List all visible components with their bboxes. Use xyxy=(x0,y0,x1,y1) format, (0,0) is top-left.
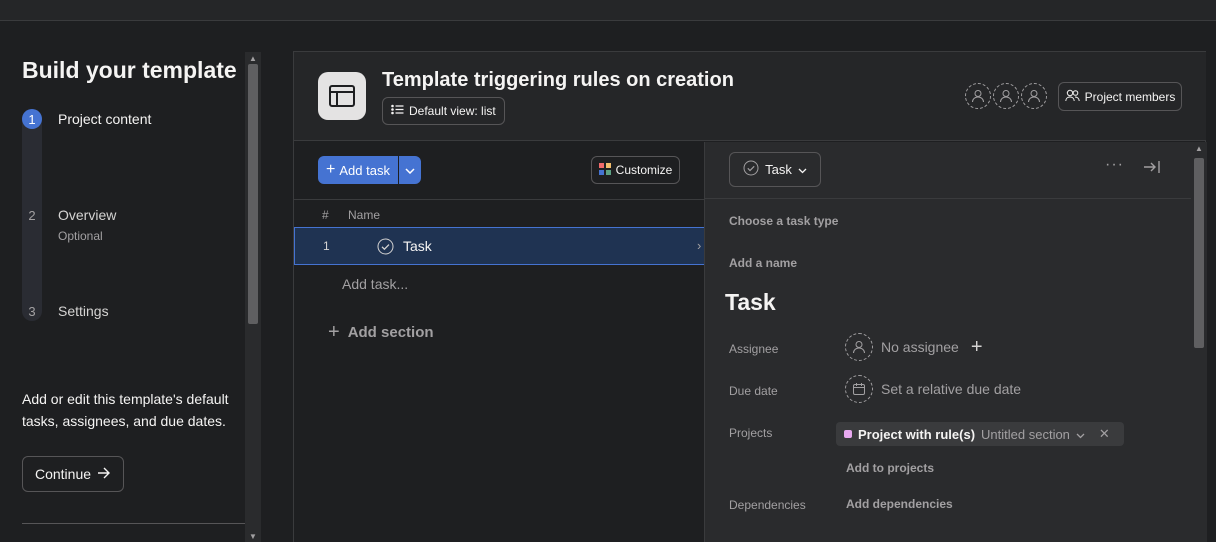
project-chip-name[interactable]: Project with rule(s) xyxy=(858,427,975,442)
projects-label: Projects xyxy=(729,426,773,440)
project-title: Template triggering rules on creation xyxy=(382,69,734,91)
add-task-button[interactable]: + Add task xyxy=(318,156,398,184)
column-number: # xyxy=(322,208,329,222)
project-chip[interactable]: Project with rule(s) Untitled section ✕ xyxy=(836,422,1124,446)
empty-avatar-icon[interactable] xyxy=(993,83,1019,109)
calendar-icon xyxy=(845,375,873,403)
empty-avatar-icon[interactable] xyxy=(965,83,991,109)
project-members-button[interactable]: Project members xyxy=(1058,82,1182,111)
step-3-number[interactable]: 3 xyxy=(22,301,42,321)
default-view-label: Default view: list xyxy=(409,104,496,118)
assignee-field[interactable]: No assignee + xyxy=(845,333,983,361)
scroll-up-icon[interactable]: ▲ xyxy=(249,54,257,63)
customize-button[interactable]: Customize xyxy=(591,156,680,184)
task-title[interactable]: Task xyxy=(725,289,776,316)
step-1-number[interactable]: 1 xyxy=(22,109,42,129)
detail-scroll-thumb[interactable] xyxy=(1194,158,1204,348)
check-circle-icon xyxy=(743,160,759,179)
due-date-label: Due date xyxy=(729,384,778,398)
chevron-down-icon[interactable] xyxy=(1076,427,1085,442)
user-icon xyxy=(845,333,873,361)
step-overview[interactable]: Overview xyxy=(58,207,116,223)
project-members-label: Project members xyxy=(1084,89,1176,104)
due-date-field[interactable]: Set a relative due date xyxy=(845,375,1021,403)
add-to-projects-link[interactable]: Add to projects xyxy=(846,461,934,475)
project-chip-section[interactable]: Untitled section xyxy=(981,427,1070,442)
project-header: Template triggering rules on creation De… xyxy=(294,52,1206,141)
builder-description: Add or edit this template's default task… xyxy=(22,391,229,429)
builder-title: Build your template xyxy=(22,57,237,83)
assignee-value: No assignee xyxy=(881,339,959,355)
step-2-number[interactable]: 2 xyxy=(22,205,42,225)
close-pane-icon[interactable] xyxy=(1143,160,1160,179)
default-view-button[interactable]: Default view: list xyxy=(382,97,505,125)
check-circle-icon[interactable] xyxy=(377,238,394,260)
list-view-icon xyxy=(391,104,404,118)
task-name[interactable]: Task xyxy=(403,238,432,254)
customize-grid-icon xyxy=(598,162,611,178)
row-number: 1 xyxy=(323,239,330,253)
detail-scrollbar[interactable]: ▲ xyxy=(1191,142,1207,542)
task-type-button[interactable]: Task xyxy=(729,152,821,187)
plus-icon: + xyxy=(328,321,340,343)
add-task-inline[interactable]: Add task... xyxy=(342,276,408,292)
project-list-icon xyxy=(318,72,366,120)
assignee-label: Assignee xyxy=(729,342,779,356)
add-section-button[interactable]: + Add section xyxy=(328,322,434,342)
member-avatars[interactable] xyxy=(965,83,1047,109)
template-preview-frame: Template triggering rules on creation De… xyxy=(293,51,1207,542)
empty-avatar-icon[interactable] xyxy=(1021,83,1047,109)
task-detail-pane: Task ··· Choose a task type Add a name T… xyxy=(704,142,1207,542)
due-date-value: Set a relative due date xyxy=(881,381,1022,397)
project-color-dot xyxy=(844,430,852,438)
add-section-label: Add section xyxy=(347,323,434,341)
detail-divider xyxy=(705,198,1191,199)
add-assignee-icon[interactable]: + xyxy=(971,336,983,359)
add-task-dropdown[interactable] xyxy=(399,156,421,184)
add-name-label: Add a name xyxy=(729,256,798,270)
choose-task-type[interactable]: Choose a task type xyxy=(729,214,838,228)
table-row[interactable]: 1 Task › xyxy=(294,227,704,265)
plus-icon: + xyxy=(326,161,336,178)
column-name[interactable]: Name xyxy=(348,208,380,222)
chevron-right-icon[interactable]: › xyxy=(697,238,701,253)
more-options-icon[interactable]: ··· xyxy=(1105,156,1124,174)
list-column-header: # Name xyxy=(294,199,704,227)
scroll-down-icon[interactable]: ▼ xyxy=(249,532,257,541)
scroll-up-icon[interactable]: ▲ xyxy=(1195,144,1203,153)
left-scrollbar[interactable]: ▲ ▼ xyxy=(245,52,261,542)
add-dependencies-link[interactable]: Add dependencies xyxy=(846,497,953,511)
continue-button[interactable]: Continue xyxy=(22,456,124,492)
left-divider xyxy=(22,523,245,524)
remove-project-icon[interactable]: ✕ xyxy=(1099,426,1110,442)
dependencies-label: Dependencies xyxy=(729,498,806,512)
chevron-down-icon xyxy=(405,161,415,179)
left-scroll-thumb[interactable] xyxy=(248,64,258,324)
step-overview-optional: Optional xyxy=(58,229,103,243)
top-bar xyxy=(0,0,1216,21)
task-list-area: + Add task Customize # Name 1 Task › Add… xyxy=(294,142,704,542)
template-builder-panel: Build your template 1 Project content 2 … xyxy=(0,21,262,542)
step-project-content[interactable]: Project content xyxy=(58,111,151,127)
task-type-label: Task xyxy=(765,162,792,177)
people-icon xyxy=(1064,89,1080,105)
continue-label: Continue xyxy=(34,466,92,482)
arrow-right-icon xyxy=(97,466,111,482)
step-settings[interactable]: Settings xyxy=(58,303,109,319)
customize-label: Customize xyxy=(615,163,673,177)
add-task-label: Add task xyxy=(339,162,390,178)
chevron-down-icon xyxy=(798,162,807,177)
